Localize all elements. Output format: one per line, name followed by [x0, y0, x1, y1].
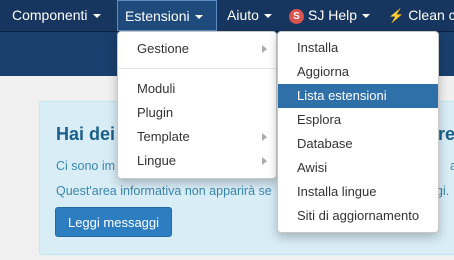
- chevron-right-icon: [262, 133, 267, 141]
- menu-item-moduli[interactable]: Moduli: [118, 77, 276, 101]
- nav-sj-help-label: SJ Help: [308, 7, 358, 23]
- sj-logo-icon: S: [289, 8, 304, 24]
- nav-estensioni-label: Estensioni: [125, 8, 190, 24]
- bolt-icon: ⚡: [388, 8, 405, 23]
- nav-sj-help[interactable]: S SJ Help: [289, 0, 371, 31]
- nav-clean[interactable]: ⚡ Clean c: [388, 0, 454, 31]
- read-messages-button[interactable]: Leggi messaggi: [55, 207, 172, 237]
- nav-aiuto-label: Aiuto: [227, 7, 259, 23]
- menu-item-plugin[interactable]: Plugin: [118, 101, 276, 125]
- submenu-item-aggiorna[interactable]: Aggiorna: [278, 60, 438, 84]
- menu-item-template-label: Template: [137, 129, 190, 144]
- submenu-item-installa-lingue[interactable]: Installa lingue: [278, 180, 438, 204]
- menu-item-lingue-label: Lingue: [137, 153, 177, 168]
- submenu-item-lista-estensioni[interactable]: Lista estensioni: [278, 84, 438, 108]
- caret-down-icon: [92, 14, 101, 19]
- caret-down-icon: [362, 14, 371, 19]
- nav-estensioni[interactable]: Estensioni: [117, 0, 217, 31]
- submenu-item-avvisi[interactable]: Awisi: [278, 156, 438, 180]
- alert-line-1-tail: a: [450, 159, 454, 173]
- submenu-item-installa[interactable]: Installa: [278, 36, 438, 60]
- menu-item-lingue[interactable]: Lingue: [118, 149, 276, 173]
- nav-componenti-label: Componenti: [12, 7, 88, 23]
- menu-item-gestione-label: Gestione: [137, 41, 190, 56]
- menu-item-template[interactable]: Template: [118, 125, 276, 149]
- chevron-right-icon: [262, 157, 267, 165]
- submenu-item-esplora[interactable]: Esplora: [278, 108, 438, 132]
- caret-down-icon: [263, 14, 272, 19]
- alert-title: Hai dei: [56, 124, 116, 144]
- top-navbar: Componenti Estensioni Aiuto S SJ Help ⚡ Cl…: [0, 0, 454, 32]
- nav-componenti[interactable]: Componenti: [12, 0, 101, 31]
- alert-line-1: Ci sono im: [56, 159, 116, 173]
- alert-line-2: Quest'area informativa non apparirà se: [56, 184, 272, 198]
- nav-clean-label: Clean c: [408, 7, 454, 23]
- submenu-item-siti-aggiornamento[interactable]: Siti di aggiornamento: [278, 204, 438, 228]
- chevron-right-icon: [262, 45, 267, 53]
- estensioni-menu: Gestione Moduli Plugin Template Lingue: [117, 31, 277, 179]
- menu-item-gestione[interactable]: Gestione: [118, 37, 276, 61]
- caret-down-icon: [194, 15, 203, 20]
- submenu-item-database[interactable]: Database: [278, 132, 438, 156]
- alert-title-tail: re: [438, 124, 454, 144]
- gestione-submenu: Installa Aggiorna Lista estensioni Esplo…: [277, 31, 439, 233]
- menu-divider: [118, 68, 276, 69]
- nav-aiuto[interactable]: Aiuto: [227, 0, 272, 31]
